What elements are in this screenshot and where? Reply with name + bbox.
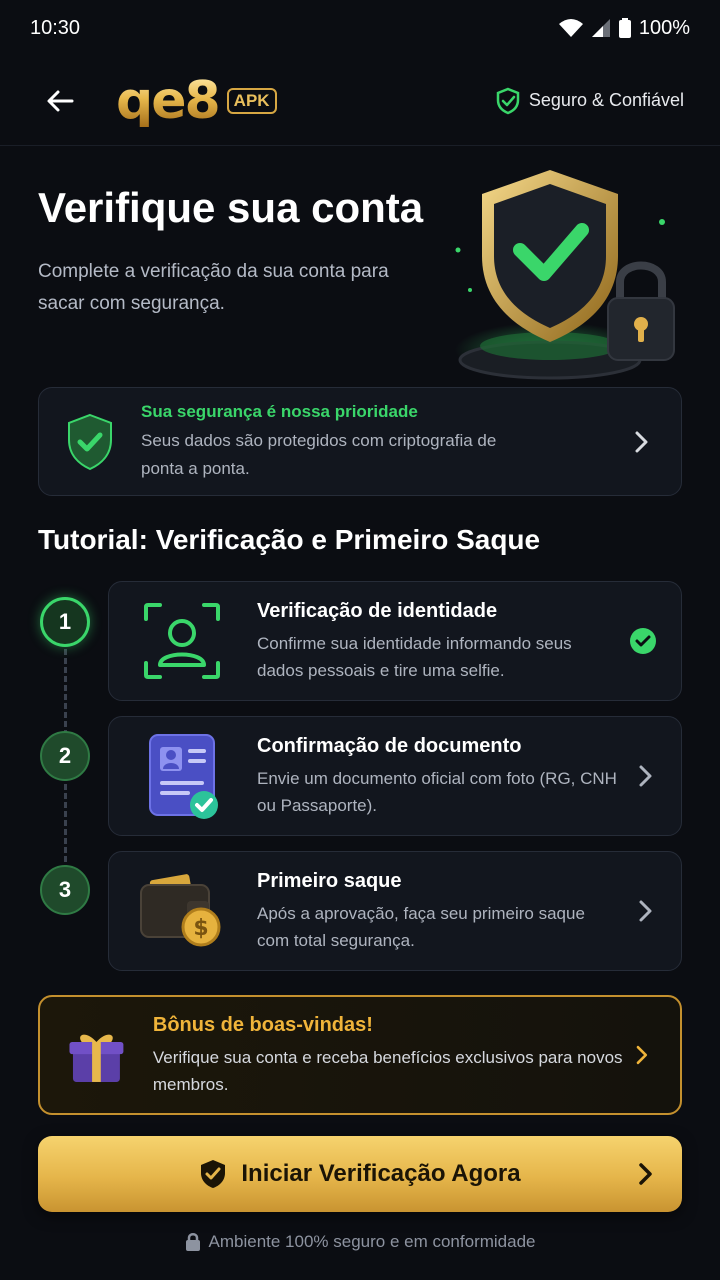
svg-text:$: $ xyxy=(193,916,208,941)
shield-check-icon xyxy=(496,87,520,114)
chevron-right-icon xyxy=(639,900,652,922)
step-description: Confirme sua identidade informando seus … xyxy=(257,634,572,680)
shield-illustration xyxy=(455,170,675,380)
security-card-text: Sua segurança é nossa prioridade Seus da… xyxy=(141,401,521,483)
wallet-icon: $ xyxy=(137,866,227,956)
security-priority-card[interactable]: Sua segurança é nossa prioridade Seus da… xyxy=(38,387,682,496)
logo-text: qe8 xyxy=(116,70,221,131)
hero-section: Verifique sua conta Complete a verificaç… xyxy=(38,182,438,320)
page-title: Verifique sua conta xyxy=(38,184,424,231)
padlock-icon xyxy=(185,1233,200,1251)
start-verification-label: Iniciar Verificação Agora xyxy=(241,1160,521,1187)
security-footer: Ambiente 100% seguro e em conformidade xyxy=(0,1232,720,1252)
step-title: Primeiro saque xyxy=(257,870,402,892)
chevron-right-icon xyxy=(639,765,652,787)
step-text: Confirmação de documento Envie um docume… xyxy=(257,733,617,819)
welcome-bonus-card[interactable]: Bônus de boas-vindas! Verifique sua cont… xyxy=(38,995,682,1115)
padlock-icon xyxy=(607,261,675,361)
chevron-right-icon xyxy=(639,1163,652,1185)
gift-icon xyxy=(69,1034,124,1082)
step-text: Primeiro saque Após a aprovação, faça se… xyxy=(257,868,617,954)
bonus-title: Bônus de boas-vindas! xyxy=(152,1014,373,1036)
step-description: Após a aprovação, faça seu primeiro saqu… xyxy=(257,904,585,950)
step-number-3: 3 xyxy=(40,865,90,915)
chevron-right-icon xyxy=(635,431,648,452)
app-bar: qe8 APK Seguro & Confiável xyxy=(0,56,720,146)
face-scan-icon xyxy=(137,596,227,686)
shield-check-icon xyxy=(68,413,112,470)
chevron-right-icon xyxy=(636,1045,648,1065)
battery-level: 100% xyxy=(638,16,690,39)
step-card-document[interactable]: Confirmação de documento Envie um docume… xyxy=(108,716,682,836)
signal-icon xyxy=(591,19,610,37)
back-button[interactable] xyxy=(40,81,80,121)
step-card-identity[interactable]: Verificação de identidade Confirme sua i… xyxy=(108,581,682,701)
footer-text: Ambiente 100% seguro e em conformidade xyxy=(208,1232,536,1251)
trust-badge: Seguro & Confiável xyxy=(495,87,684,115)
start-verification-button[interactable]: Iniciar Verificação Agora xyxy=(38,1136,682,1212)
wifi-icon xyxy=(558,19,583,37)
tutorial-title: Tutorial: Verificação e Primeiro Saque xyxy=(38,524,541,555)
step-title: Confirmação de documento xyxy=(257,735,522,757)
security-card-description: Seus dados são protegidos com criptograf… xyxy=(141,430,497,478)
bonus-description: Verifique sua conta e receba benefícios … xyxy=(152,1048,623,1094)
check-circle-icon xyxy=(630,628,656,654)
bonus-text: Bônus de boas-vindas! Verifique sua cont… xyxy=(153,1012,631,1098)
step-description: Envie um documento oficial com foto (RG,… xyxy=(257,769,617,815)
back-arrow-icon xyxy=(47,90,74,111)
step-number-1: 1 xyxy=(40,597,90,647)
apk-badge: APK xyxy=(226,87,277,114)
id-document-icon xyxy=(137,731,227,821)
security-card-title: Sua segurança é nossa prioridade xyxy=(141,401,418,421)
page-subtitle: Complete a verificação da sua conta para… xyxy=(38,261,389,314)
status-bar: 10:30 100% xyxy=(0,0,720,56)
app-logo: qe8 APK xyxy=(116,75,277,127)
shield-check-icon xyxy=(201,1160,226,1188)
status-time: 10:30 xyxy=(30,16,81,39)
trust-label: Seguro & Confiável xyxy=(528,90,684,110)
step-number-2: 2 xyxy=(40,731,90,781)
step-text: Verificação de identidade Confirme sua i… xyxy=(257,598,617,684)
step-card-withdrawal[interactable]: $ Primeiro saque Após a aprovação, faça … xyxy=(108,851,682,971)
step-title: Verificação de identidade xyxy=(257,600,498,622)
battery-icon xyxy=(618,18,631,38)
status-indicators: 100% xyxy=(558,16,690,40)
